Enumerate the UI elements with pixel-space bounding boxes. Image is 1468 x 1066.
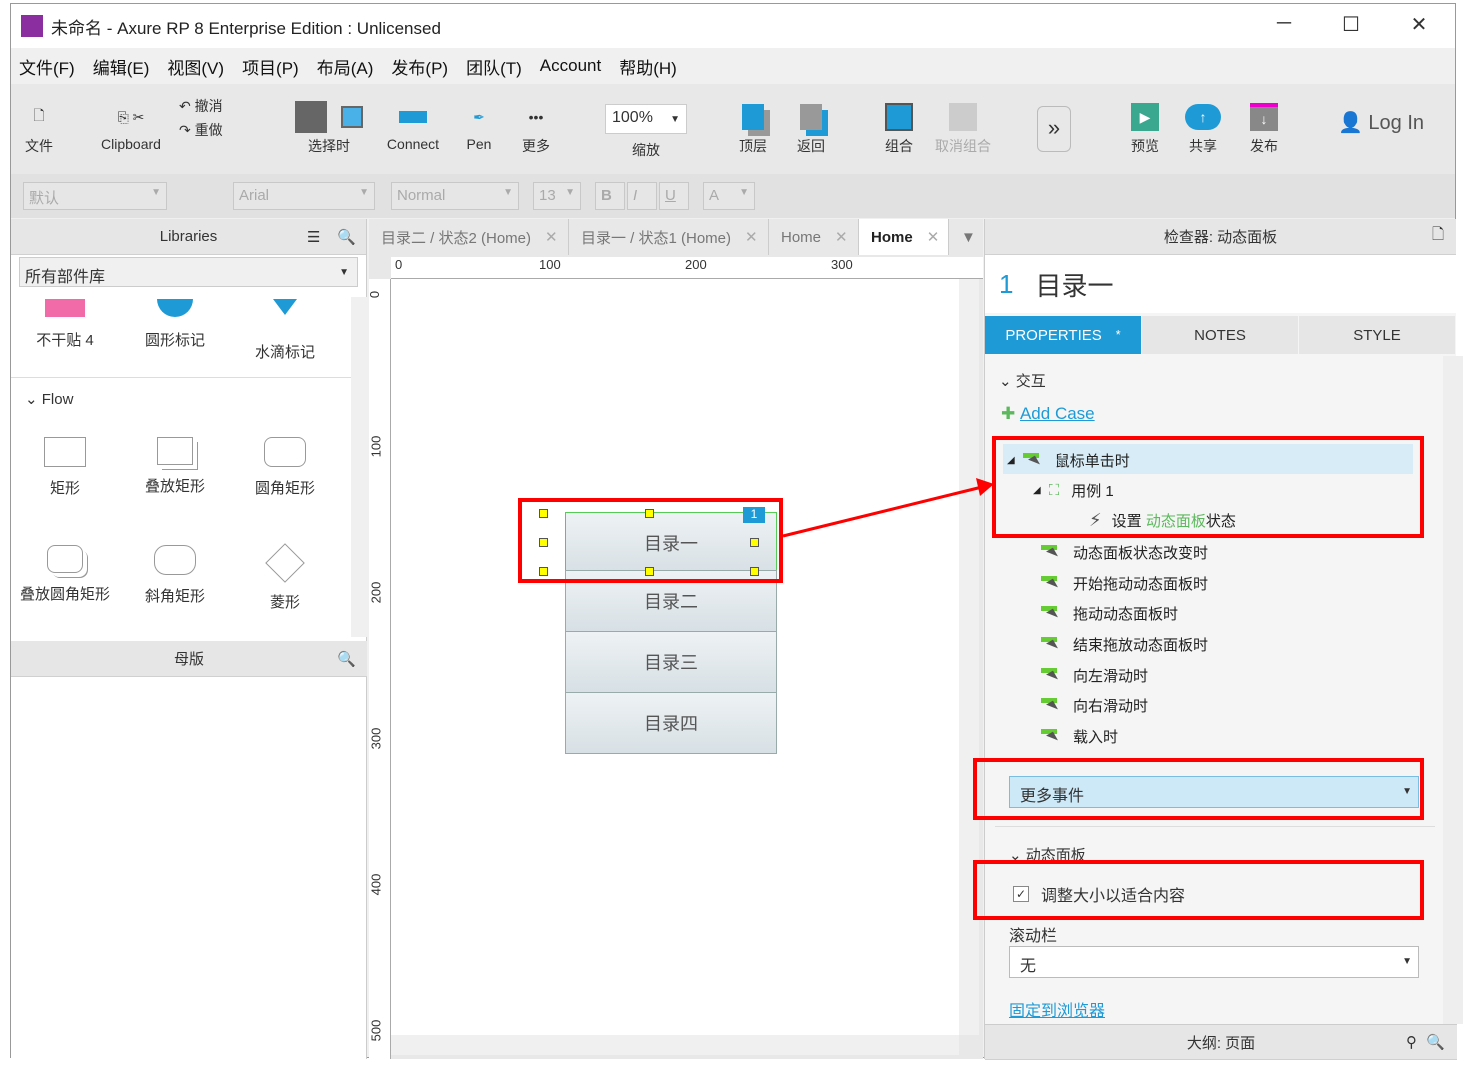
annotation-arrow [782,478,994,538]
